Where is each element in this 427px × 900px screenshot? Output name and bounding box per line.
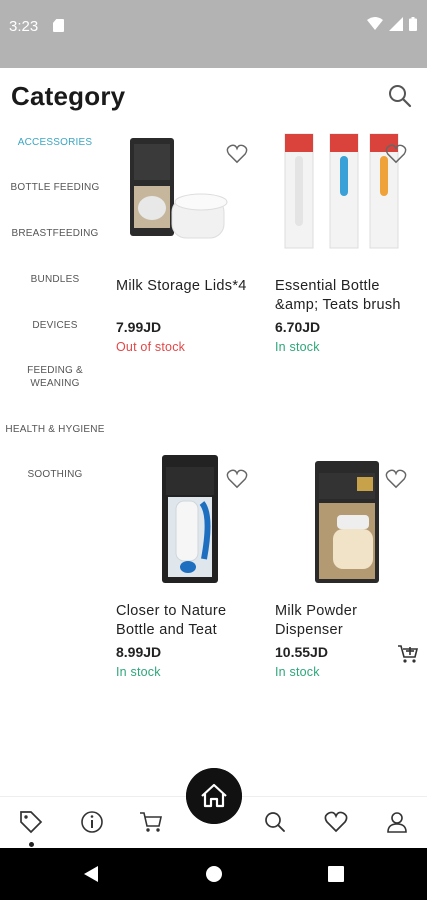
sidebar-item-bundles[interactable]: BUNDLES — [0, 273, 110, 286]
product-price: 7.99JD — [116, 319, 162, 335]
product-name-line2: Bottle and Teat — [116, 622, 217, 638]
product-card[interactable]: Milk Powder Dispenser 10.55JD In stock — [275, 455, 427, 685]
add-to-cart-icon[interactable] — [397, 644, 419, 664]
product-name-line1: Essential Bottle — [275, 278, 380, 294]
product-card[interactable]: Essential Bottle &amp; Teats brush 6.70JD… — [275, 130, 427, 360]
sidebar-item-breastfeeding[interactable]: BREASTFEEDING — [0, 227, 110, 240]
app-header: Category — [0, 68, 427, 126]
heart-icon[interactable] — [385, 144, 407, 164]
search-icon[interactable] — [262, 809, 288, 835]
sidebar-item-accessories[interactable]: ACCESSORIES — [0, 136, 110, 149]
status-bar: 3:23 — [0, 0, 427, 68]
product-name-line2: &amp; Teats brush — [275, 297, 401, 313]
back-icon[interactable] — [82, 865, 100, 883]
product-name-line1: Closer to Nature — [116, 603, 227, 619]
sidebar-item-soothing[interactable]: SOOTHING — [0, 468, 110, 481]
product-name[interactable]: Milk Storage Lids*4 — [116, 277, 271, 296]
info-icon[interactable] — [79, 809, 105, 835]
product-name[interactable]: Essential Bottle &amp; Teats brush — [275, 277, 427, 315]
home-button[interactable] — [186, 768, 242, 824]
stock-status: Out of stock — [116, 340, 186, 354]
sd-card-icon — [53, 19, 64, 32]
sidebar-item-label: HEALTH & HYGIENE — [5, 424, 105, 435]
profile-icon[interactable] — [384, 809, 410, 835]
page-title: Category — [11, 81, 126, 111]
product-card[interactable]: Closer to Nature Bottle and Teat 8.99JD I… — [116, 455, 271, 685]
tag-icon[interactable] — [18, 809, 44, 835]
battery-icon — [409, 17, 417, 31]
home-nav-icon[interactable] — [205, 865, 223, 883]
status-icons — [367, 17, 417, 31]
sidebar-item-label: DEVICES — [32, 320, 78, 331]
heart-icon[interactable] — [385, 469, 407, 489]
sidebar-item-label: BREASTFEEDING — [11, 228, 99, 239]
product-name[interactable]: Milk Powder Dispenser — [275, 602, 427, 640]
cart-icon[interactable] — [138, 809, 164, 835]
stock-status: In stock — [275, 340, 320, 354]
stock-status: In stock — [275, 665, 320, 679]
product-card[interactable]: Milk Storage Lids*4 7.99JD Out of stock — [116, 130, 271, 360]
search-icon[interactable] — [387, 83, 413, 109]
sidebar-item-feeding-weaning[interactable]: FEEDING & WEANING — [0, 364, 110, 390]
product-price: 8.99JD — [116, 644, 162, 660]
product-name-line1: Milk Powder — [275, 603, 358, 619]
sidebar-item-label: BOTTLE FEEDING — [10, 182, 100, 193]
sidebar-item-label-line2: WEANING — [30, 378, 80, 389]
heart-icon[interactable] — [323, 809, 349, 835]
product-price: 10.55JD — [275, 644, 328, 660]
sidebar-item-label: ACCESSORIES — [17, 137, 93, 148]
signal-icon — [389, 17, 403, 31]
product-name-line2: Dispenser — [275, 622, 343, 638]
sidebar-item-label: FEEDING & — [27, 365, 83, 376]
product-price: 6.70JD — [275, 319, 321, 335]
sidebar-item-label: SOOTHING — [27, 469, 83, 480]
active-indicator — [29, 842, 34, 847]
heart-icon[interactable] — [226, 469, 248, 489]
wifi-icon — [367, 17, 383, 30]
android-nav-bar — [0, 848, 427, 900]
heart-icon[interactable] — [226, 144, 248, 164]
recents-icon[interactable] — [328, 866, 344, 882]
product-name[interactable]: Closer to Nature Bottle and Teat — [116, 602, 271, 640]
status-time: 3:23 — [9, 18, 39, 35]
sidebar-item-bottle-feeding[interactable]: BOTTLE FEEDING — [0, 181, 110, 194]
sidebar-item-label: BUNDLES — [30, 274, 80, 285]
stock-status: In stock — [116, 665, 161, 679]
sidebar-item-health-hygiene[interactable]: HEALTH & HYGIENE — [0, 423, 110, 436]
sidebar-item-devices[interactable]: DEVICES — [0, 319, 110, 332]
